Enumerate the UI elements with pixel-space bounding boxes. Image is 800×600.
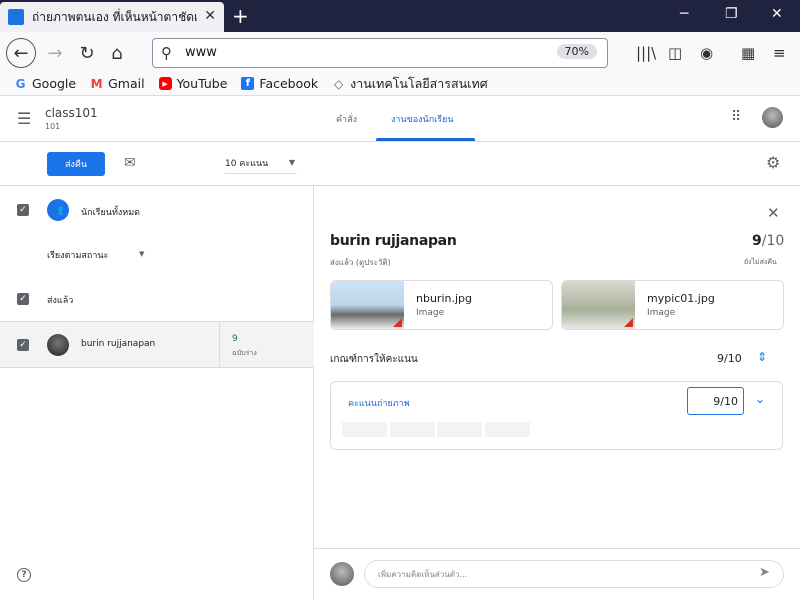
sort-dropdown-icon[interactable]: ▼ [139,250,144,258]
dropdown-arrow-icon: ▼ [288,158,295,167]
student-avatar [47,334,69,356]
send-icon[interactable]: ➤ [759,565,770,580]
attachment-thumbnail [562,281,635,329]
all-students-label: นักเรียนทั้งหมด [81,208,140,218]
bookmark-google[interactable]: G Google [14,76,77,91]
section-checkbox[interactable]: ✓ [17,293,29,305]
google-apps-icon[interactable]: ⠿ [731,109,741,125]
new-tab-icon[interactable]: + [232,4,249,28]
classroom-favicon-icon: 👤 [8,9,24,25]
tab-student-work[interactable]: งานของนักเรียน [391,112,454,126]
rubric-total-score: 9/10 [717,352,742,365]
reload-icon[interactable]: ↻ [74,40,100,66]
private-comment-bar: เพิ่มความคิดเห็นส่วนตัว... ➤ [314,548,800,600]
return-button[interactable]: ส่งคืน [47,152,105,176]
hamburger-menu-icon[interactable]: ☰ [17,109,31,128]
url-text[interactable]: www [185,45,217,60]
youtube-icon: ▶ [158,77,172,90]
select-all-checkbox[interactable]: ✓ [17,204,29,216]
close-icon[interactable]: ✕ [767,204,780,222]
help-icon[interactable]: ? [17,568,31,582]
group-icon: 👥 [47,199,69,221]
browser-tab[interactable]: 👤 ถ่ายภาพตนเอง ที่เห็นหน้าตาชัดเจ ✕ [0,2,224,32]
attachment-card[interactable]: nburin.jpg Image [330,280,553,330]
class-name[interactable]: class101 [45,106,98,120]
chevron-down-icon[interactable]: ⌄ [755,392,765,406]
commenter-avatar [330,562,354,586]
rubric-level[interactable] [485,422,530,437]
gmail-icon: M [90,76,103,91]
minimize-icon[interactable]: ─ [680,6,688,22]
rubric-level[interactable] [437,422,482,437]
not-returned-label: ยังไม่ส่งคืน [744,258,777,266]
rubric-level[interactable] [342,422,387,437]
maximize-icon[interactable]: ❐ [725,6,738,22]
student-name: burin rujjanapan [81,339,156,349]
facebook-icon: f [241,77,255,90]
attachment-card[interactable]: mypic01.jpg Image [561,280,784,330]
bookmark-gmail[interactable]: M Gmail [90,76,145,91]
image-type-icon [624,318,633,327]
rubric-level[interactable] [390,422,435,437]
bookmark-youtube[interactable]: ▶ YouTube [158,76,227,91]
url-bar[interactable]: ⚲ www 70% [152,38,608,68]
attachment-type: Image [647,308,676,318]
google-icon: G [15,76,26,91]
library-icon[interactable]: |||\ [636,44,656,62]
student-heading: burin rujjanapan [330,233,457,249]
bookmarks-bar: G Google M Gmail ▶ YouTube f Facebook ◇ … [0,72,800,96]
tab-instructions[interactable]: คำสั่ง [336,112,357,126]
zoom-badge[interactable]: 70% [556,44,597,59]
bookmark-facebook[interactable]: f Facebook [241,76,318,91]
class-section: 101 [45,122,61,131]
overall-grade: 9/10 [752,233,785,249]
extensions-icon[interactable]: ▦ [741,44,755,62]
browser-tab-bar: 👤 ถ่ายภาพตนเอง ที่เห็นหน้าตาชัดเจ ✕ + ─ … [0,0,800,32]
row-divider [219,322,220,367]
attachment-name: mypic01.jpg [647,292,715,305]
criterion-name[interactable]: คะแนนถ่ายภาพ [348,396,410,410]
forward-arrow-icon[interactable]: → [42,40,68,66]
sidebar-icon[interactable]: ◫ [668,44,682,62]
student-list-panel: ✓ 👥 นักเรียนทั้งหมด เรียงตามสถานะ ▼ ✓ ส่… [0,186,314,600]
attachment-thumbnail [331,281,404,329]
criterion-score-input[interactable]: 9/10 [687,387,744,415]
student-grade[interactable]: 9 [232,334,238,344]
tab-title: ถ่ายภาพตนเอง ที่เห็นหน้าตาชัดเจ [32,9,197,24]
expand-collapse-icon[interactable]: ⇕ [757,350,767,364]
grade-draft-label: ฉบับร่าง [232,349,257,357]
window-close-icon[interactable]: ✕ [771,6,783,22]
grading-toolbar: ส่งคืน ✉ 10 คะแนน ▼ ⚙ [0,142,800,186]
active-tab-indicator [376,138,475,141]
classroom-header: ☰ class101 101 คำสั่ง งานของนักเรียน ⠿ [0,97,800,142]
home-icon[interactable]: ⌂ [104,40,130,66]
email-icon[interactable]: ✉ [124,155,136,171]
submission-status[interactable]: ส่งแล้ว (ดูประวัติ) [330,256,391,269]
search-icon: ⚲ [161,44,172,62]
rubric-criterion: คะแนนถ่ายภาพ 9/10 ⌄ [330,381,783,450]
student-checkbox[interactable]: ✓ [17,339,29,351]
sort-select[interactable]: เรียงตามสถานะ [47,248,108,262]
navigation-bar: ← → ↻ ⌂ ⚲ www 70% |||\ ◫ ◉ ▦ ≡ [0,32,800,72]
tab-close-icon[interactable]: ✕ [204,8,216,24]
settings-gear-icon[interactable]: ⚙ [766,153,780,172]
user-avatar[interactable] [762,107,783,128]
bookmark-it-work[interactable]: ◇ งานเทคโนโลยีสารสนเทศ [332,74,488,94]
section-label: ส่งแล้ว [47,296,74,306]
attachment-name: nburin.jpg [416,292,472,305]
image-type-icon [393,318,402,327]
attachment-type: Image [416,308,445,318]
account-icon[interactable]: ◉ [700,44,713,62]
private-comment-input[interactable]: เพิ่มความคิดเห็นส่วนตัว... [364,560,784,588]
rubric-title: เกณฑ์การให้คะแนน [330,354,418,365]
student-row[interactable]: ✓ burin rujjanapan 9 ฉบับร่าง [0,321,314,368]
points-select[interactable]: 10 คะแนน ▼ [225,156,297,174]
shield-icon: ◇ [334,76,344,91]
back-arrow-icon[interactable]: ← [6,38,36,68]
menu-icon[interactable]: ≡ [773,44,786,62]
